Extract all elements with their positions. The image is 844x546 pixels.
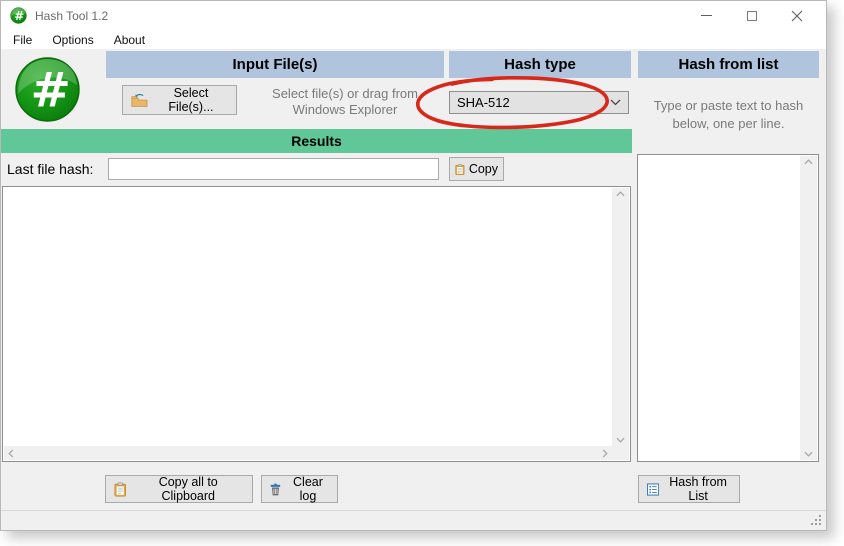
scroll-down-icon[interactable]	[616, 437, 625, 443]
results-horizontal-scrollbar[interactable]	[4, 446, 612, 460]
clipboard-icon	[114, 482, 126, 497]
drag-hint-text: Select file(s) or drag from Windows Expl…	[244, 86, 446, 118]
trash-icon	[270, 482, 281, 497]
window-title: Hash Tool 1.2	[35, 9, 108, 23]
hash-type-selected: SHA-512	[457, 95, 510, 110]
hash-from-list-button[interactable]: Hash from List	[638, 475, 740, 503]
open-folder-icon	[131, 93, 148, 108]
results-log-box	[2, 186, 631, 462]
close-button[interactable]	[774, 1, 819, 30]
input-files-header: Input File(s)	[106, 51, 444, 78]
hash-list-textarea[interactable]	[638, 155, 801, 459]
hash-list-box	[637, 154, 819, 462]
menu-options[interactable]: Options	[42, 32, 103, 48]
menu-about[interactable]: About	[104, 32, 155, 48]
status-bar	[1, 510, 826, 530]
resize-grip[interactable]	[809, 513, 823, 527]
results-header: Results	[1, 129, 632, 153]
copy-hash-button[interactable]: Copy	[449, 157, 504, 181]
clear-log-label: Clear log	[287, 475, 329, 503]
scroll-left-icon[interactable]	[8, 449, 14, 458]
scroll-right-icon[interactable]	[602, 449, 608, 458]
minimize-button[interactable]	[684, 1, 729, 30]
hash-from-list-label: Hash from List	[665, 475, 731, 503]
hash-type-dropdown[interactable]: SHA-512	[449, 91, 629, 114]
last-file-hash-label: Last file hash:	[7, 161, 93, 177]
clear-log-button[interactable]: Clear log	[261, 475, 338, 503]
maximize-button[interactable]	[729, 1, 774, 30]
select-files-label: Select File(s)...	[154, 86, 228, 114]
app-logo-large	[14, 56, 81, 123]
select-files-button[interactable]: Select File(s)...	[122, 85, 237, 115]
results-vertical-scrollbar[interactable]	[612, 188, 629, 446]
minimize-icon	[701, 15, 712, 16]
title-bar: Hash Tool 1.2	[1, 1, 826, 30]
maximize-icon	[747, 11, 757, 21]
hash-from-list-header: Hash from list	[638, 51, 819, 78]
list-icon	[647, 482, 659, 497]
hash-type-header: Hash type	[449, 51, 631, 78]
menu-file[interactable]: File	[1, 32, 42, 48]
scroll-up-icon[interactable]	[804, 159, 813, 165]
copy-hash-label: Copy	[469, 162, 498, 176]
hash-list-vertical-scrollbar[interactable]	[800, 156, 817, 460]
app-window: Hash Tool 1.2 File Options About Input F…	[0, 0, 827, 531]
scrollbar-corner	[612, 446, 629, 460]
chevron-down-icon	[610, 99, 621, 106]
close-icon	[791, 10, 803, 22]
list-hint-text: Type or paste text to hash below, one pe…	[638, 97, 819, 133]
scroll-down-icon[interactable]	[804, 451, 813, 457]
results-log-textarea[interactable]	[3, 187, 613, 445]
menu-bar: File Options About	[1, 30, 826, 49]
last-file-hash-input[interactable]	[108, 158, 439, 180]
clipboard-icon	[455, 162, 465, 177]
window-controls	[684, 1, 819, 30]
app-logo-icon	[10, 7, 27, 24]
copy-all-button[interactable]: Copy all to Clipboard	[105, 475, 253, 503]
scroll-up-icon[interactable]	[616, 191, 625, 197]
copy-all-label: Copy all to Clipboard	[132, 475, 244, 503]
